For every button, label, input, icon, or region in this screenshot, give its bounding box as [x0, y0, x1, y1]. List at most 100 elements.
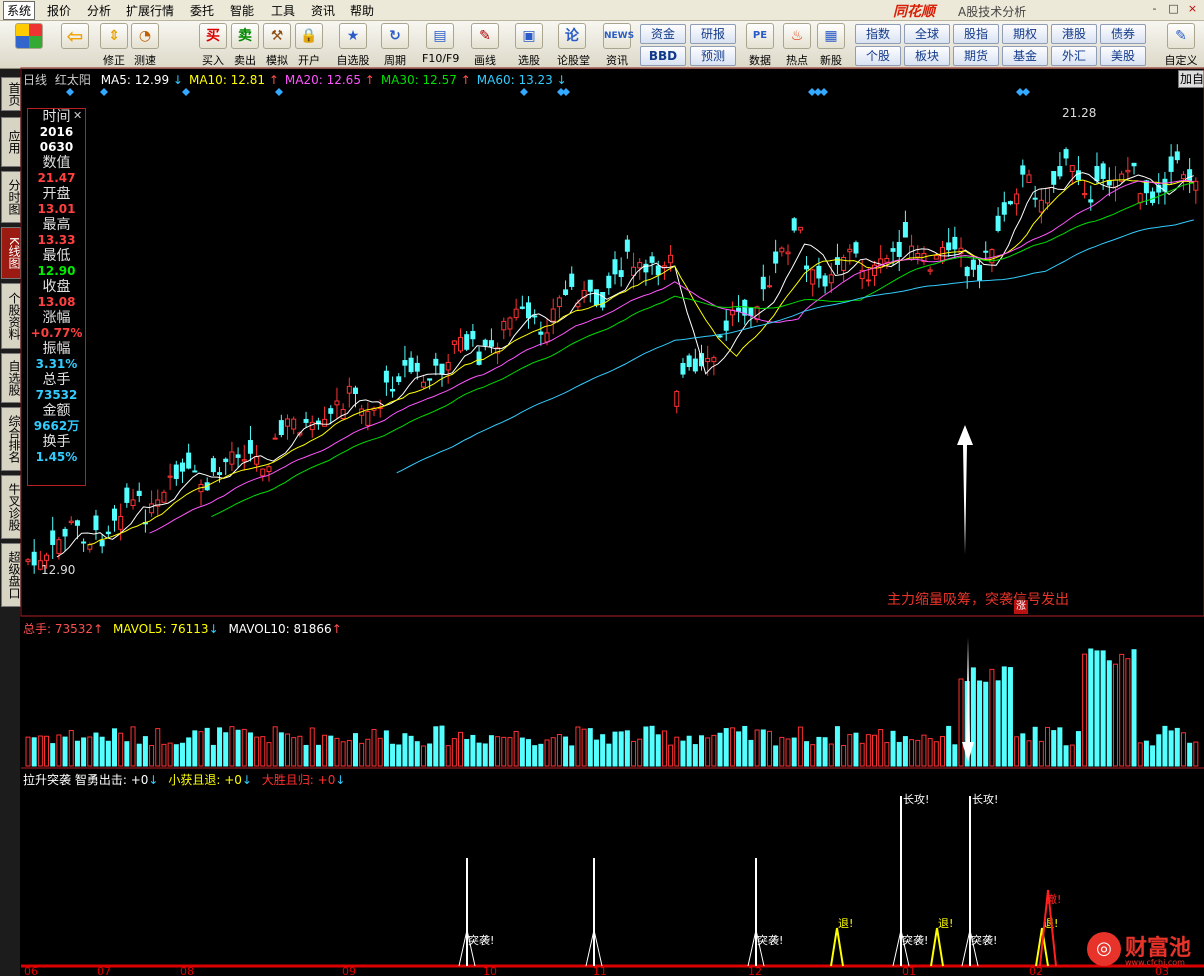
signal-item-2-value: +0	[224, 773, 242, 787]
us-stock-button[interactable]: 美股	[1100, 46, 1146, 66]
toolbar-simulate-button[interactable]: ⚒ 模拟	[262, 23, 292, 68]
toolbar-period-label: 周期	[384, 54, 406, 67]
toolbar-back-button[interactable]: ⇦	[60, 23, 90, 49]
menu-smart[interactable]: 智能	[227, 2, 257, 19]
stock-index-futures-button[interactable]: 股指	[953, 24, 999, 44]
signal-diamond	[557, 88, 565, 96]
research-button[interactable]: 研报	[690, 24, 736, 44]
candle	[247, 440, 253, 454]
period-label[interactable]: 日线	[23, 73, 47, 87]
long-spike-base	[892, 929, 910, 967]
fund-button[interactable]: 资金	[640, 24, 686, 44]
toolbar-draw-button[interactable]: ✎ 画线	[470, 23, 500, 68]
menu-tools[interactable]: 工具	[268, 2, 298, 19]
candle	[587, 279, 593, 292]
toolbar-data-button[interactable]: PE 数据	[745, 23, 775, 68]
toolbar-grid-button[interactable]	[14, 23, 44, 49]
tab-kline[interactable]: K线图	[1, 227, 21, 279]
candle	[816, 265, 822, 279]
volume-bar	[989, 668, 995, 767]
toolbar-watchlist-button[interactable]: ★ 自选股	[336, 23, 370, 68]
minimize-button[interactable]: -	[1146, 1, 1163, 17]
forex-button[interactable]: 外汇	[1051, 46, 1097, 66]
tab-ranking[interactable]: 综合排名	[1, 407, 21, 471]
volume-bar	[538, 743, 544, 767]
x-axis-label: 11	[593, 965, 607, 976]
arrow-down-icon	[962, 637, 974, 762]
volume-bar	[736, 731, 742, 767]
candle	[198, 483, 204, 493]
toolbar-stock-picker-button[interactable]: ▣ 选股	[514, 23, 544, 68]
toolbar-correct-button[interactable]: ⇕ 修正	[99, 23, 129, 68]
tab-timeshare[interactable]: 分时图	[1, 171, 21, 223]
menu-news[interactable]: 资讯	[308, 2, 338, 19]
toolbar-buy-button[interactable]: 买 买入	[198, 23, 228, 68]
brand-logo: 同花顺	[893, 4, 935, 20]
volume-bar	[563, 736, 569, 767]
close-button[interactable]: ×	[1184, 1, 1201, 17]
toolbar-open-account-button[interactable]: 🔒 开户	[294, 23, 324, 68]
menu-system[interactable]: 系统	[3, 1, 36, 20]
info-value: 1.45%	[35, 450, 78, 464]
info-key: 换手	[42, 434, 71, 450]
sector-button[interactable]: 板块	[904, 46, 950, 66]
menu-trade[interactable]: 委托	[187, 2, 217, 19]
signal-item-1-value: +0	[130, 773, 149, 787]
toolbar-forum-button[interactable]: 论 论股堂	[557, 23, 590, 68]
individual-stock-button[interactable]: 个股	[855, 46, 901, 66]
pencil-icon: ✎	[471, 23, 499, 49]
fund-market-button[interactable]: 基金	[1002, 46, 1048, 66]
toolbar-ipo-button[interactable]: ▦ 新股	[816, 23, 846, 68]
toolbar-custom-label: 自定义	[1164, 54, 1198, 67]
toolbar-custom-button[interactable]: ✎ 自定义	[1162, 23, 1200, 68]
global-button[interactable]: 全球	[904, 24, 950, 44]
tab-super-panel[interactable]: 超级盘口	[1, 543, 21, 607]
maximize-button[interactable]: □	[1165, 1, 1182, 17]
menu-extended-market[interactable]: 扩展行情	[123, 2, 177, 19]
candle	[872, 264, 878, 276]
tab-watchlist[interactable]: 自选股	[1, 353, 21, 403]
tab-apps[interactable]: 应用	[1, 117, 21, 167]
volume-bar	[643, 726, 649, 767]
volume-bar	[593, 739, 599, 767]
signal-item-3-label: 大胜且归	[261, 773, 310, 787]
volume-bar	[439, 725, 445, 767]
toolbar-news-button[interactable]: NEWS 资讯	[602, 23, 634, 68]
volume-bar	[87, 736, 93, 767]
candle	[674, 391, 680, 407]
hk-stock-button[interactable]: 港股	[1051, 24, 1097, 44]
annotation-text: 主力缩量吸筹，突袭信号发出	[887, 592, 1069, 608]
candle	[210, 458, 216, 473]
candle	[643, 263, 649, 273]
info-close-icon[interactable]: ✕	[73, 109, 82, 122]
add-button[interactable]: 加自	[1178, 70, 1204, 88]
bond-button[interactable]: 债券	[1100, 24, 1146, 44]
volume-bar	[25, 736, 31, 767]
volume-bar	[1137, 742, 1143, 767]
volume-bar	[779, 736, 785, 767]
volume-bar	[68, 730, 74, 767]
toolbar-speedtest-button[interactable]: ◔ 测速	[130, 23, 160, 68]
info-value: 73532	[35, 388, 78, 402]
toolbar-f10-button[interactable]: ▤ F10/F9	[422, 23, 459, 65]
tab-stock-profile[interactable]: 个股资料	[1, 283, 21, 349]
toolbar-sell-button[interactable]: 卖 卖出	[230, 23, 260, 68]
menu-quote[interactable]: 报价	[44, 2, 74, 19]
forecast-button[interactable]: 预测	[690, 46, 736, 66]
menu-help[interactable]: 帮助	[347, 2, 377, 19]
candle	[618, 270, 624, 278]
x-axis-label: 08	[180, 965, 194, 976]
home-label: 撤!	[1046, 892, 1061, 906]
candle	[476, 351, 482, 365]
volume-bar	[142, 736, 148, 767]
options-button[interactable]: 期权	[1002, 24, 1048, 44]
futures-button[interactable]: 期货	[953, 46, 999, 66]
bbd-button[interactable]: BBD	[640, 46, 686, 66]
tab-diagnosis[interactable]: 牛叉诊股	[1, 475, 21, 539]
toolbar-hot-button[interactable]: ♨ 热点	[782, 23, 812, 68]
tab-home[interactable]: 首页	[1, 77, 21, 111]
toolbar-period-button[interactable]: ↻ 周期	[380, 23, 410, 68]
menu-analysis[interactable]: 分析	[84, 2, 114, 19]
volume-bar	[340, 741, 346, 767]
index-button[interactable]: 指数	[855, 24, 901, 44]
